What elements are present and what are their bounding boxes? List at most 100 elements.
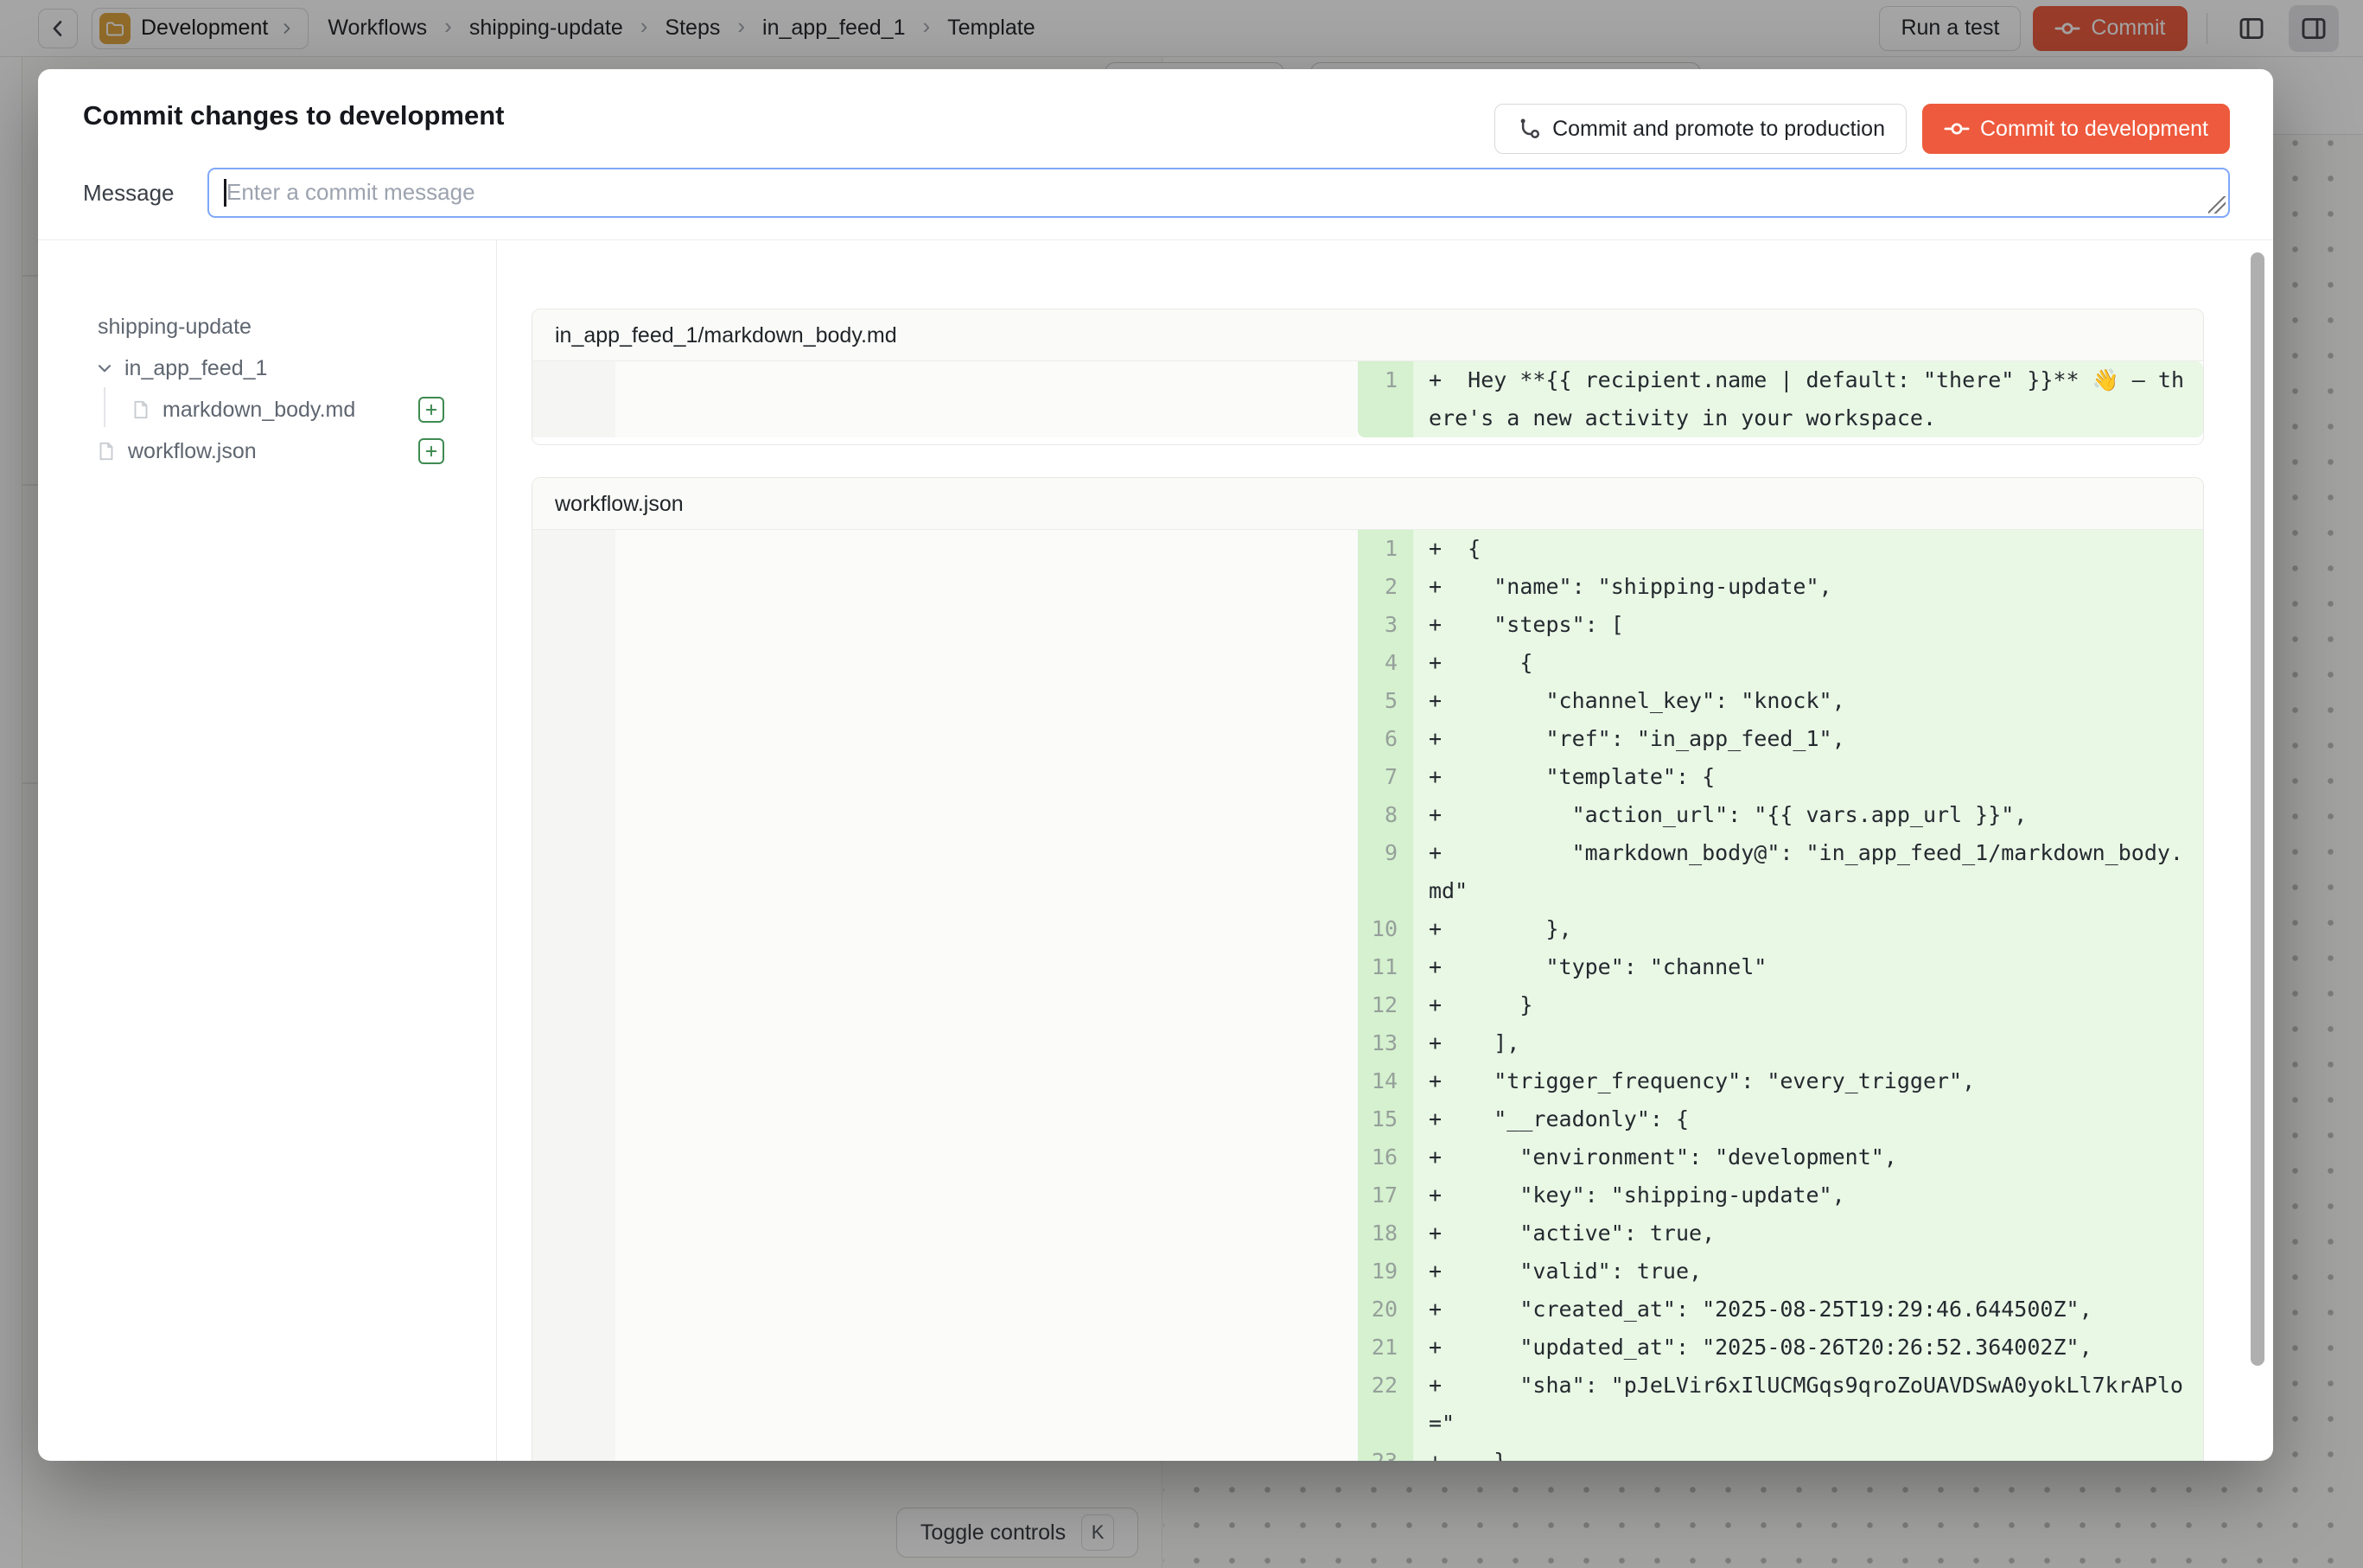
diff-line: 2+ "name": "shipping-update", (532, 568, 2203, 606)
new-line-number: 8 (1358, 796, 1413, 834)
diff-card-markdown-body: in_app_feed_1/markdown_body.md 1+ Hey **… (532, 309, 2204, 445)
old-code-cell (615, 606, 1358, 644)
file-icon (95, 440, 118, 462)
commit-message-input[interactable] (207, 168, 2230, 218)
new-line-number: 15 (1358, 1100, 1413, 1138)
diff-line: 6+ "ref": "in_app_feed_1", (532, 720, 2203, 758)
changed-files-tree: shipping-update in_app_feed_1 markdown_b… (38, 240, 497, 1461)
old-line-gutter (532, 986, 615, 1024)
old-code-cell (615, 796, 1358, 834)
old-line-gutter (532, 568, 615, 606)
old-line-gutter (532, 1252, 615, 1291)
added-file-plus-icon (418, 397, 444, 423)
commit-icon (1944, 116, 1970, 142)
new-line-number: 18 (1358, 1214, 1413, 1252)
new-line-number: 14 (1358, 1062, 1413, 1100)
old-line-gutter (532, 834, 615, 910)
added-code-cell: + "active": true, (1413, 1214, 2203, 1252)
old-line-gutter (532, 1138, 615, 1176)
diff-line: 3+ "steps": [ (532, 606, 2203, 644)
added-code-cell: + { (1413, 530, 2203, 568)
diff-line: 17+ "key": "shipping-update", (532, 1176, 2203, 1214)
old-code-cell (615, 1443, 1358, 1461)
promote-icon (1516, 116, 1542, 142)
added-code-cell: + } (1413, 986, 2203, 1024)
diff-line: 1+ { (532, 530, 2203, 568)
new-line-number: 12 (1358, 986, 1413, 1024)
file-icon (130, 398, 152, 421)
old-code-cell (615, 1024, 1358, 1062)
diff-line: 4+ { (532, 644, 2203, 682)
added-code-cell: + "trigger_frequency": "every_trigger", (1413, 1062, 2203, 1100)
added-file-plus-icon (418, 438, 444, 464)
old-line-gutter (532, 1024, 615, 1062)
diff-line: 19+ "valid": true, (532, 1252, 2203, 1291)
diff-line: 23+ } (532, 1443, 2203, 1461)
added-code-cell: + "steps": [ (1413, 606, 2203, 644)
old-line-gutter (532, 1329, 615, 1367)
textarea-resize-grip[interactable] (2208, 196, 2226, 214)
tree-folder-in-app-feed[interactable]: in_app_feed_1 (38, 347, 496, 389)
new-line-number: 9 (1358, 834, 1413, 910)
added-code-cell: + "type": "channel" (1413, 948, 2203, 986)
old-line-gutter (532, 361, 615, 437)
added-code-cell: + Hey **{{ recipient.name | default: "th… (1413, 361, 2203, 437)
old-line-gutter (532, 606, 615, 644)
added-code-cell: + "markdown_body@": "in_app_feed_1/markd… (1413, 834, 2203, 910)
tree-file-markdown-body[interactable]: markdown_body.md (38, 389, 496, 430)
old-line-gutter (532, 720, 615, 758)
diff-line: 15+ "__readonly": { (532, 1100, 2203, 1138)
modal-title: Commit changes to development (83, 100, 504, 131)
added-code-cell: + } (1413, 1443, 2203, 1461)
file-name-label: markdown_body.md (162, 398, 355, 423)
old-code-cell (615, 834, 1358, 910)
old-code-cell (615, 644, 1358, 682)
old-code-cell (615, 568, 1358, 606)
old-code-cell (615, 758, 1358, 796)
diff-filename: workflow.json (532, 478, 2203, 530)
tree-file-workflow-json[interactable]: workflow.json (38, 430, 496, 472)
old-code-cell (615, 1062, 1358, 1100)
new-line-number: 17 (1358, 1176, 1413, 1214)
diff-line: 20+ "created_at": "2025-08-25T19:29:46.6… (532, 1291, 2203, 1329)
old-line-gutter (532, 682, 615, 720)
diff-panel: in_app_feed_1/markdown_body.md 1+ Hey **… (497, 240, 2273, 1461)
diff-line: 14+ "trigger_frequency": "every_trigger"… (532, 1062, 2203, 1100)
added-code-cell: + "key": "shipping-update", (1413, 1176, 2203, 1214)
old-line-gutter (532, 1176, 615, 1214)
old-code-cell (615, 1291, 1358, 1329)
commit-and-promote-button[interactable]: Commit and promote to production (1494, 104, 1907, 154)
diff-line: 9+ "markdown_body@": "in_app_feed_1/mark… (532, 834, 2203, 910)
old-code-cell (615, 361, 1358, 437)
new-line-number: 4 (1358, 644, 1413, 682)
old-line-gutter (532, 1367, 615, 1443)
old-code-cell (615, 1138, 1358, 1176)
new-line-number: 20 (1358, 1291, 1413, 1329)
old-code-cell (615, 720, 1358, 758)
added-code-cell: + "created_at": "2025-08-25T19:29:46.644… (1413, 1291, 2203, 1329)
diff-line: 8+ "action_url": "{{ vars.app_url }}", (532, 796, 2203, 834)
old-code-cell (615, 682, 1358, 720)
commit-to-development-button[interactable]: Commit to development (1922, 104, 2230, 154)
added-code-cell: + "sha": "pJeLVir6xIlUCMGqs9qroZoUAVDSwA… (1413, 1367, 2203, 1443)
diff-line: 10+ }, (532, 910, 2203, 948)
diff-line: 21+ "updated_at": "2025-08-26T20:26:52.3… (532, 1329, 2203, 1367)
added-code-cell: + "action_url": "{{ vars.app_url }}", (1413, 796, 2203, 834)
workflow-key-label: shipping-update (98, 315, 252, 340)
message-label: Message (83, 180, 175, 207)
added-code-cell: + "name": "shipping-update", (1413, 568, 2203, 606)
modal-header: Commit changes to development Commit and… (38, 69, 2273, 240)
commit-modal: Commit changes to development Commit and… (38, 69, 2273, 1461)
scrollbar-thumb[interactable] (2251, 252, 2264, 1366)
old-line-gutter (532, 1062, 615, 1100)
added-code-cell: + "template": { (1413, 758, 2203, 796)
diff-line: 13+ ], (532, 1024, 2203, 1062)
modal-actions: Commit and promote to production Commit … (1494, 104, 2230, 154)
chevron-down-icon (93, 357, 116, 379)
new-line-number: 21 (1358, 1329, 1413, 1367)
old-code-cell (615, 1214, 1358, 1252)
folder-name-label: in_app_feed_1 (124, 356, 267, 381)
added-code-cell: + { (1413, 644, 2203, 682)
old-code-cell (615, 1367, 1358, 1443)
new-line-number: 13 (1358, 1024, 1413, 1062)
